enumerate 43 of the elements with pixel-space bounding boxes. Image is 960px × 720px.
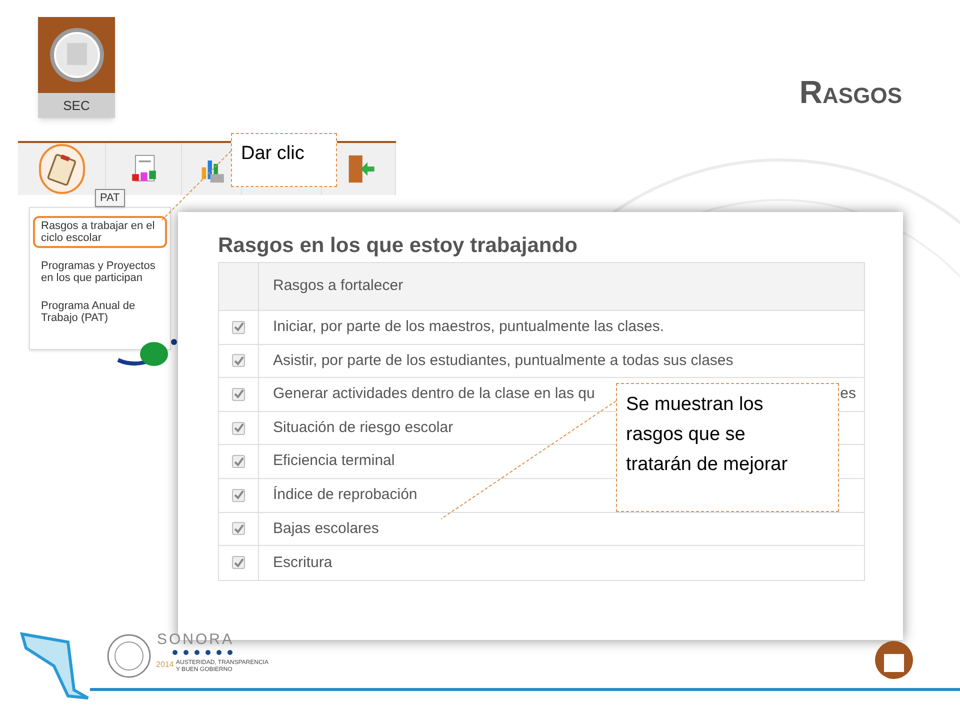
checkmark-icon	[234, 558, 244, 568]
brand-name: SONORA	[157, 632, 234, 648]
checkbox[interactable]	[232, 388, 245, 401]
table-cell-text: Iniciar, por parte de los maestros, puntualmente las clases.	[273, 317, 664, 338]
checkbox[interactable]	[232, 455, 245, 468]
checkmark-icon	[234, 490, 244, 500]
checkmark-icon	[234, 322, 244, 332]
table-cell-text: Bajas escolares	[273, 518, 379, 539]
checkmark-icon	[234, 423, 244, 434]
column-header: Rasgos a fortalecer	[273, 276, 404, 296]
toolbar-button[interactable]	[38, 144, 84, 194]
table-cell-text: Escritura	[273, 552, 332, 573]
table-cell-text: Generar actividades dentro de la clase en las qu	[273, 384, 595, 404]
year-label: 2014	[156, 660, 174, 669]
table-cell-text: Índice de reprobación	[273, 485, 418, 506]
checkbox[interactable]	[232, 522, 245, 536]
menu-item[interactable]: Programa Anual de Trabajo (PAT)	[33, 296, 167, 328]
callout: Dar clic	[231, 133, 337, 187]
checkbox[interactable]	[232, 354, 245, 368]
seal-icon	[48, 27, 104, 83]
checkbox[interactable]	[232, 422, 245, 435]
checkbox[interactable]	[232, 488, 245, 502]
menu-item[interactable]: Rasgos a trabajar en el ciclo escolar	[33, 216, 167, 248]
logo-label: SEC	[38, 93, 115, 118]
checkmark-icon	[234, 389, 244, 400]
table-cell-text: Situación de riesgo escolar	[273, 418, 454, 438]
menu-item[interactable]: Programas y Proyectos en los que participan	[33, 256, 167, 288]
checkmark-icon	[234, 524, 244, 534]
checkmark-icon	[234, 456, 244, 467]
slide-title: Rasgos	[799, 73, 902, 112]
seal-icon	[107, 634, 151, 678]
map-outline-icon	[18, 630, 90, 700]
checkbox[interactable]	[232, 320, 245, 334]
tooltip: PAT	[95, 189, 125, 207]
table-cell-text: Asistir, por parte de los estudiantes, puntualmente a todas sus clases	[273, 350, 734, 371]
panel-title: Rasgos en los que estoy trabajando	[218, 233, 578, 259]
checkmark-icon	[234, 356, 244, 366]
table-cell-text: es	[840, 384, 856, 404]
table-cell-text: Eficiencia terminal	[273, 451, 395, 472]
callout: Se muestran los rasgos que se tratarán de mejorar	[616, 383, 839, 512]
checkbox[interactable]	[232, 556, 245, 570]
leader-line	[160, 150, 232, 222]
clipboard-icon	[44, 152, 78, 186]
